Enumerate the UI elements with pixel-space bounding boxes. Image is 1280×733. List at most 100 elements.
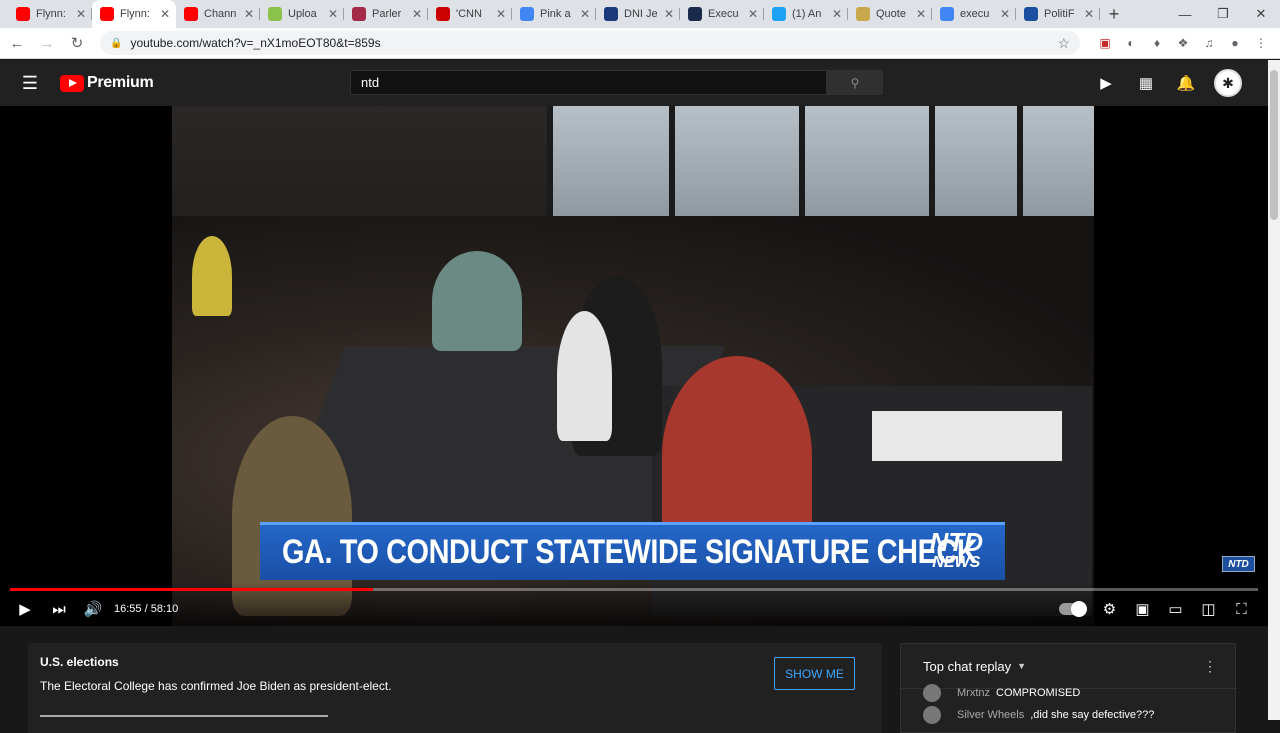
tab-title: Chann	[204, 8, 237, 20]
ntd-logo-bottom: NEWS	[932, 554, 981, 571]
info-panel-body: The Electoral College has confirmed Joe …	[40, 679, 392, 693]
extension-circle-icon[interactable]: ◐	[1118, 36, 1144, 50]
play-icon[interactable]: ▶	[8, 600, 42, 618]
forward-icon[interactable]: →	[34, 30, 60, 56]
tab-title: Parler	[372, 8, 402, 20]
video-player[interactable]: GA. TO CONDUCT STATEWIDE SIGNATURE CHECK…	[0, 106, 1268, 626]
close-tab-icon[interactable]: ✕	[244, 7, 254, 21]
close-tab-icon[interactable]: ✕	[748, 7, 758, 21]
extension-shield-icon[interactable]: ▣	[1092, 36, 1118, 50]
youtube-favicon-icon	[100, 7, 114, 21]
browser-tab[interactable]: 'CNN ✕	[428, 0, 512, 28]
media-control-icon[interactable]: ♫	[1196, 36, 1222, 50]
window-controls: — ❐ ✕	[1166, 0, 1280, 28]
profile-icon[interactable]: ●	[1222, 36, 1248, 50]
autoplay-toggle[interactable]	[1059, 601, 1087, 617]
browser-tab[interactable]: Flynn: ✕	[8, 0, 92, 28]
browser-tab[interactable]: Execu ✕	[680, 0, 764, 28]
browser-tab[interactable]: (1) An ✕	[764, 0, 848, 28]
headline-text: GA. TO CONDUCT STATEWIDE SIGNATURE CHECK	[282, 533, 978, 571]
close-tab-icon[interactable]: ✕	[664, 7, 674, 21]
tab-title: 'CNN	[456, 8, 482, 20]
back-icon[interactable]: ←	[4, 30, 30, 56]
url-text: youtube.com/watch?v=_nX1moEOT80&t=859s	[130, 36, 381, 50]
chat-text: COMPROMISED	[996, 687, 1081, 699]
tab-title: Pink a	[540, 8, 571, 20]
chat-header[interactable]: Top chat replay ▼ ⋮	[901, 644, 1237, 689]
close-tab-icon[interactable]: ✕	[412, 7, 422, 21]
close-tab-icon[interactable]: ✕	[832, 7, 842, 21]
show-me-button[interactable]: SHOW ME	[774, 657, 855, 690]
chat-text: ,did she say defective???	[1030, 709, 1155, 721]
browser-tab[interactable]: Quote ✕	[848, 0, 932, 28]
close-tab-icon[interactable]: ✕	[496, 7, 506, 21]
dni-favicon-icon	[604, 7, 618, 21]
bookmark-star-icon[interactable]: ☆	[1057, 35, 1070, 52]
chat-author: Mrxtnz	[957, 687, 990, 699]
address-bar[interactable]: 🔒 youtube.com/watch?v=_nX1moEOT80&t=859s…	[100, 31, 1080, 55]
page-scrollbar[interactable]	[1268, 60, 1280, 720]
cnn-favicon-icon	[436, 7, 450, 21]
browser-tab[interactable]: DNI Je ✕	[596, 0, 680, 28]
browser-tab[interactable]: Chann ✕	[176, 0, 260, 28]
extension-badge-icon[interactable]: ♦	[1144, 36, 1170, 50]
theater-mode-icon[interactable]: ▭	[1159, 600, 1192, 618]
browser-tab[interactable]: PolitiF ✕	[1016, 0, 1100, 28]
extensions-puzzle-icon[interactable]: ❖	[1170, 36, 1196, 50]
close-window-icon[interactable]: ✕	[1242, 0, 1280, 28]
google-favicon-icon	[940, 7, 954, 21]
reload-icon[interactable]: ↻	[64, 30, 90, 56]
maximize-icon[interactable]: ❐	[1204, 0, 1242, 28]
apps-grid-icon[interactable]: ▦	[1126, 74, 1166, 92]
close-tab-icon[interactable]: ✕	[1084, 7, 1094, 21]
browser-toolbar: ← → ↻ 🔒 youtube.com/watch?v=_nX1moEOT80&…	[0, 28, 1280, 59]
browser-tab-strip: Flynn: ✕ Flynn: ✕ Chann ✕ Uploa ✕ Parler ✕ 'CNN ✕ Pi…	[0, 0, 1280, 28]
close-tab-icon[interactable]: ✕	[160, 7, 170, 21]
minimize-icon[interactable]: —	[1166, 0, 1204, 28]
quote-favicon-icon	[856, 7, 870, 21]
browser-tab[interactable]: Parler ✕	[344, 0, 428, 28]
player-controls: ▶ ⏭ 🔊 16:55 / 58:10 ⚙ ▣ ▭ ◫ ⛶	[0, 582, 1268, 626]
close-tab-icon[interactable]: ✕	[580, 7, 590, 21]
browser-menu-icon[interactable]: ⋮	[1248, 36, 1274, 50]
info-panel-title: U.S. elections	[40, 655, 119, 669]
browser-tab[interactable]: Pink a ✕	[512, 0, 596, 28]
close-tab-icon[interactable]: ✕	[328, 7, 338, 21]
chat-more-icon[interactable]: ⋮	[1203, 658, 1217, 675]
time-display: 16:55 / 58:10	[114, 603, 179, 615]
search-input[interactable]: ntd	[350, 70, 827, 95]
chevron-down-icon[interactable]: ▼	[1017, 661, 1026, 671]
upload-favicon-icon	[268, 7, 282, 21]
browser-tab[interactable]: execu ✕	[932, 0, 1016, 28]
close-tab-icon[interactable]: ✕	[76, 7, 86, 21]
youtube-premium-logo[interactable]: Premium	[60, 74, 154, 92]
settings-gear-icon[interactable]: ⚙	[1093, 600, 1126, 618]
volume-icon[interactable]: 🔊	[76, 600, 110, 618]
create-video-icon[interactable]: ▶	[1086, 74, 1126, 92]
close-tab-icon[interactable]: ✕	[1000, 7, 1010, 21]
notifications-bell-icon[interactable]: 🔔	[1166, 74, 1206, 92]
youtube-header: ☰ Premium ntd ⚲ ▶ ▦ 🔔 ✱	[0, 60, 1268, 106]
menu-icon[interactable]: ☰	[0, 73, 60, 94]
brand-label: Premium	[87, 74, 154, 91]
close-tab-icon[interactable]: ✕	[916, 7, 926, 21]
chat-author: Silver Wheels	[957, 709, 1025, 721]
execu-favicon-icon	[688, 7, 702, 21]
ntd-watermark: NTD	[1222, 556, 1255, 572]
twitter-favicon-icon	[772, 7, 786, 21]
browser-tab[interactable]: Uploa ✕	[260, 0, 344, 28]
new-tab-button[interactable]: +	[1100, 0, 1128, 28]
progress-played	[10, 588, 374, 591]
account-avatar[interactable]: ✱	[1214, 69, 1242, 97]
ntd-logo-top: NTD	[929, 527, 983, 557]
scrollbar-thumb[interactable]	[1270, 70, 1278, 220]
cast-icon[interactable]: ◫	[1192, 600, 1225, 618]
browser-tab[interactable]: Flynn: ✕	[92, 0, 176, 28]
avatar	[923, 684, 941, 702]
tab-title: Execu	[708, 8, 739, 20]
next-icon[interactable]: ⏭	[42, 601, 76, 618]
miniplayer-icon[interactable]: ▣	[1126, 600, 1159, 618]
search-icon[interactable]: ⚲	[827, 70, 883, 95]
fullscreen-icon[interactable]: ⛶	[1225, 601, 1258, 618]
progress-bar[interactable]	[10, 588, 1258, 591]
